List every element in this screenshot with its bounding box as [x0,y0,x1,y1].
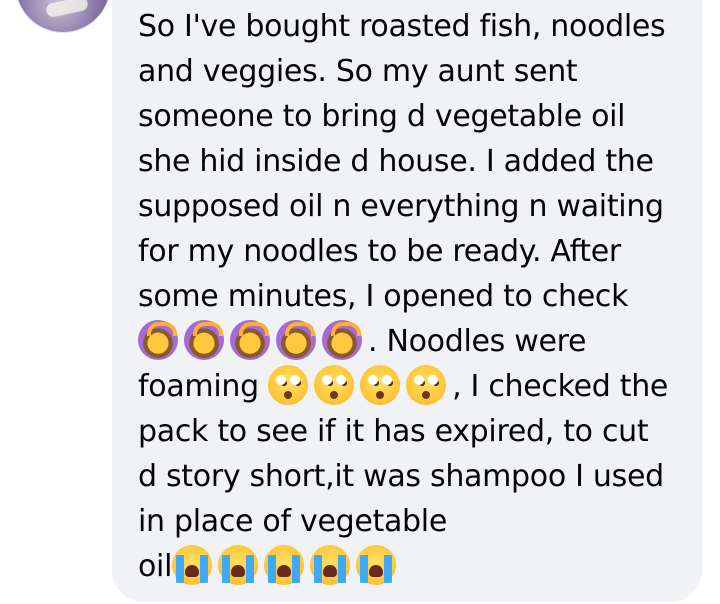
loudly-crying-face-icon [356,545,397,585]
loudly-crying-face-icon [310,545,351,585]
loudly-crying-face-icon [218,545,259,585]
comment-fragment: foaming [138,369,259,404]
person-gesturing-no-icon [184,320,224,360]
flushed-face-icon [268,365,309,405]
comment-line: pack to see if it has expired, to cut [138,414,649,449]
comment-fragment: . Noodles were [368,324,587,359]
flushed-face-icon [406,365,447,405]
loudly-crying-face-icon [172,545,213,585]
avatar-photo-detail [45,0,89,19]
comment-line: supposed oil n everything n waiting [138,189,664,224]
comment-line: and veggies. So my aunt sent [138,54,578,89]
comment-line-emoji-crying: oil [138,544,698,589]
flushed-face-icon [314,365,355,405]
flushed-face-icon [360,365,401,405]
comment-text: So I've bought roasted fish, noodles and… [138,4,698,589]
loudly-crying-face-icon [264,545,305,585]
comment-line: she hid inside d house. I added the [138,144,654,179]
comment-line: d story short,it was shampoo I used [138,459,664,494]
comment-line: So I've bought roasted fish, noodles [138,9,666,44]
comment-fragment: oil [138,549,173,584]
avatar[interactable] [16,0,110,32]
comment-line: some minutes, I opened to check [138,279,629,314]
comment-line: in place of vegetable [138,504,447,539]
person-gesturing-no-icon [276,320,316,360]
comment-line: someone to bring d vegetable oil [138,99,626,134]
comment-line-emoji-gesture: . Noodles were [138,319,698,364]
person-gesturing-no-icon [230,320,270,360]
comment-view: So I've bought roasted fish, noodles and… [0,0,720,604]
comment-line-emoji-flushed: foaming , I checked the [138,364,698,409]
comment-line: for my noodles to be ready. After [138,234,621,269]
comment-fragment: , I checked the [452,369,669,404]
person-gesturing-no-icon [322,320,362,360]
person-gesturing-no-icon [138,320,178,360]
